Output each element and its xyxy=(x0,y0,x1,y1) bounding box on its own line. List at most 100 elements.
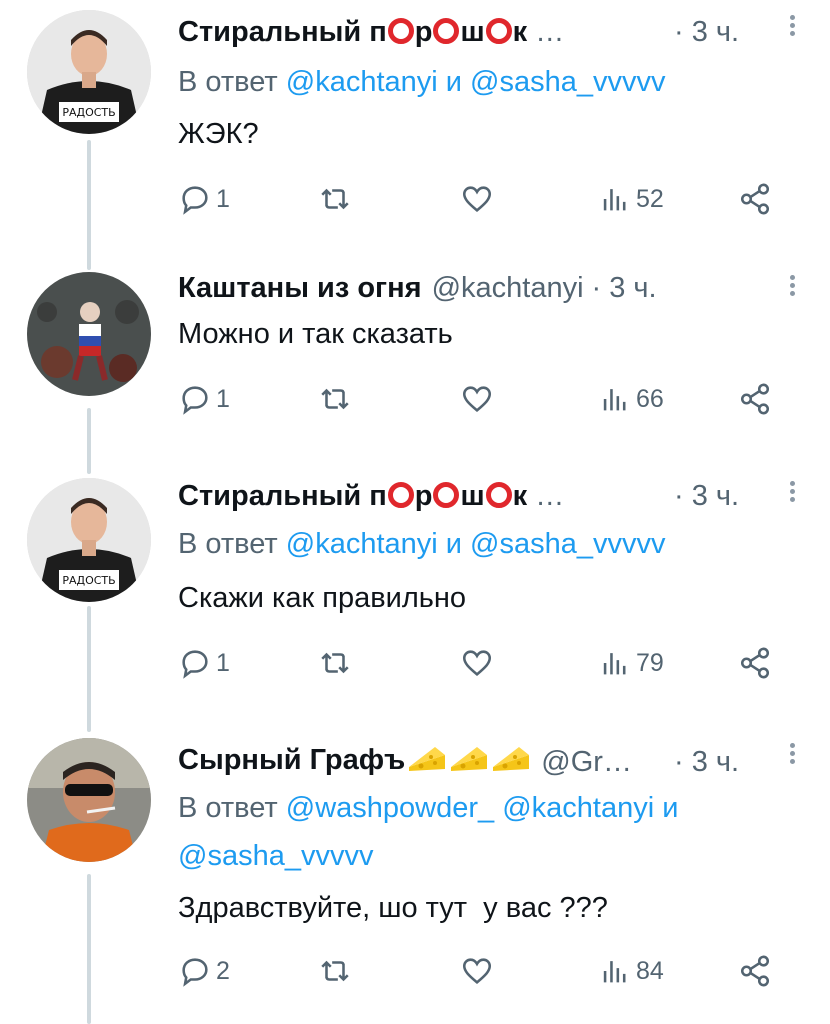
timestamp[interactable]: · 3 ч. xyxy=(592,272,657,305)
mention-link[interactable]: @kachtanyi xyxy=(286,66,438,98)
heart-icon xyxy=(462,186,492,212)
svg-text:РАДОСТЬ: РАДОСТЬ xyxy=(62,574,115,587)
retweet-button[interactable] xyxy=(318,382,352,416)
views-button[interactable]: 84 xyxy=(598,954,664,988)
reply-icon xyxy=(182,650,208,679)
retweet-icon xyxy=(321,188,349,210)
like-button[interactable] xyxy=(460,182,494,216)
mention-link[interactable]: @sasha_vvvvv xyxy=(470,528,665,560)
cheese-emoji xyxy=(407,743,447,781)
views-icon xyxy=(603,653,626,675)
avatar[interactable]: РАДОСТЬ xyxy=(27,478,151,602)
mention-link[interactable]: @sasha_vvvvv xyxy=(178,840,373,872)
tweet-text: ЖЭК? xyxy=(178,118,259,150)
share-icon xyxy=(740,183,770,215)
heart-icon xyxy=(462,958,492,984)
retweet-icon xyxy=(321,652,349,674)
views-button[interactable]: 66 xyxy=(598,382,664,416)
more-options-icon[interactable] xyxy=(790,740,796,767)
tweet[interactable]: РАДОСТЬ Стиральный пршк … · 3 ч. В ответ… xyxy=(0,0,830,240)
like-button[interactable] xyxy=(460,646,494,680)
reply-count: 1 xyxy=(216,184,230,213)
tweet[interactable]: Сырный Графъ @Gr… · 3 ч. В ответ @washpo… xyxy=(0,734,830,1024)
timestamp[interactable]: · 3 ч. xyxy=(674,480,739,513)
more-options-icon[interactable] xyxy=(790,12,796,39)
more-options-icon[interactable] xyxy=(790,478,796,505)
views-count: 79 xyxy=(636,648,664,677)
reply-icon xyxy=(182,958,208,987)
red-circle-emoji xyxy=(485,481,512,508)
tweet-text: Скажи как правильно xyxy=(178,582,466,614)
tweet-actions: 2 84 xyxy=(178,954,778,994)
avatar[interactable] xyxy=(27,738,151,862)
user-handle[interactable]: @Gr… xyxy=(541,746,632,779)
more-options-icon[interactable] xyxy=(790,272,796,299)
tweet[interactable]: Каштаны из огня @kachtanyi · 3 ч. Можно … xyxy=(0,260,830,460)
share-button[interactable] xyxy=(738,646,772,680)
reply-context: В ответ @washpowder_ @kachtanyi и xyxy=(178,792,679,824)
views-button[interactable]: 79 xyxy=(598,646,664,680)
tweet-header: Сырный Графъ @Gr… · 3 ч. xyxy=(178,742,800,782)
svg-text:РАДОСТЬ: РАДОСТЬ xyxy=(62,106,115,119)
display-name[interactable]: Сырный Графъ xyxy=(178,743,531,781)
timestamp[interactable]: · 3 ч. xyxy=(674,746,739,779)
views-icon xyxy=(603,189,626,211)
cheese-emoji xyxy=(449,743,489,781)
retweet-icon xyxy=(321,388,349,410)
tweet[interactable]: РАДОСТЬ Стиральный пршк … · 3 ч. В ответ… xyxy=(0,470,830,730)
share-icon xyxy=(740,647,770,679)
reply-context-continued: @sasha_vvvvv xyxy=(178,836,373,876)
reply-button[interactable]: 1 xyxy=(178,382,230,416)
avatar[interactable] xyxy=(27,272,151,396)
mention-link[interactable]: @sasha_vvvvv xyxy=(470,66,665,98)
display-name[interactable]: Каштаны из огня xyxy=(178,272,422,305)
reply-count: 1 xyxy=(216,384,230,413)
reply-icon xyxy=(182,186,208,215)
tweet-actions: 1 79 xyxy=(178,646,778,686)
like-button[interactable] xyxy=(460,954,494,988)
reply-icon xyxy=(182,386,208,415)
reply-context: В ответ @kachtanyi и @sasha_vvvvv xyxy=(178,66,666,98)
tweet-header: Каштаны из огня @kachtanyi · 3 ч. xyxy=(178,268,800,308)
reply-count: 2 xyxy=(216,956,230,985)
share-icon xyxy=(740,955,770,987)
retweet-icon xyxy=(321,960,349,982)
cheese-emoji xyxy=(491,743,531,781)
tweet-actions: 1 66 xyxy=(178,382,778,422)
retweet-button[interactable] xyxy=(318,182,352,216)
views-count: 84 xyxy=(636,956,664,985)
tweet-text: Здравствуйте, шо тут у вас ??? xyxy=(178,892,608,924)
mention-link[interactable]: @washpowder_ xyxy=(286,792,494,824)
share-button[interactable] xyxy=(738,182,772,216)
tweet-header: Стиральный пршк … · 3 ч. xyxy=(178,12,800,52)
tweet-header: Стиральный пршк … · 3 ч. xyxy=(178,476,800,516)
share-button[interactable] xyxy=(738,954,772,988)
share-icon xyxy=(740,383,770,415)
retweet-button[interactable] xyxy=(318,646,352,680)
reply-button[interactable]: 1 xyxy=(178,182,230,216)
avatar[interactable]: РАДОСТЬ xyxy=(27,10,151,134)
tweet-text: Можно и так сказать xyxy=(178,318,453,350)
mention-link[interactable]: @kachtanyi xyxy=(502,792,654,824)
red-circle-emoji xyxy=(485,17,512,44)
heart-icon xyxy=(462,650,492,676)
retweet-button[interactable] xyxy=(318,954,352,988)
reply-button[interactable]: 1 xyxy=(178,646,230,680)
views-count: 52 xyxy=(636,184,664,213)
display-name[interactable]: Стиральный пршк … xyxy=(178,480,564,513)
mention-link[interactable]: @kachtanyi xyxy=(286,528,438,560)
like-button[interactable] xyxy=(460,382,494,416)
red-circle-emoji xyxy=(387,481,414,508)
views-button[interactable]: 52 xyxy=(598,182,664,216)
display-name[interactable]: Стиральный пршк … xyxy=(178,16,564,49)
timestamp[interactable]: · 3 ч. xyxy=(674,16,739,49)
reply-context: В ответ @kachtanyi и @sasha_vvvvv xyxy=(178,528,666,560)
share-button[interactable] xyxy=(738,382,772,416)
red-circle-emoji xyxy=(433,481,460,508)
red-circle-emoji xyxy=(387,17,414,44)
tweet-actions: 1 52 xyxy=(178,182,778,222)
views-count: 66 xyxy=(636,384,664,413)
reply-count: 1 xyxy=(216,648,230,677)
reply-button[interactable]: 2 xyxy=(178,954,230,988)
user-handle[interactable]: @kachtanyi xyxy=(432,272,584,305)
